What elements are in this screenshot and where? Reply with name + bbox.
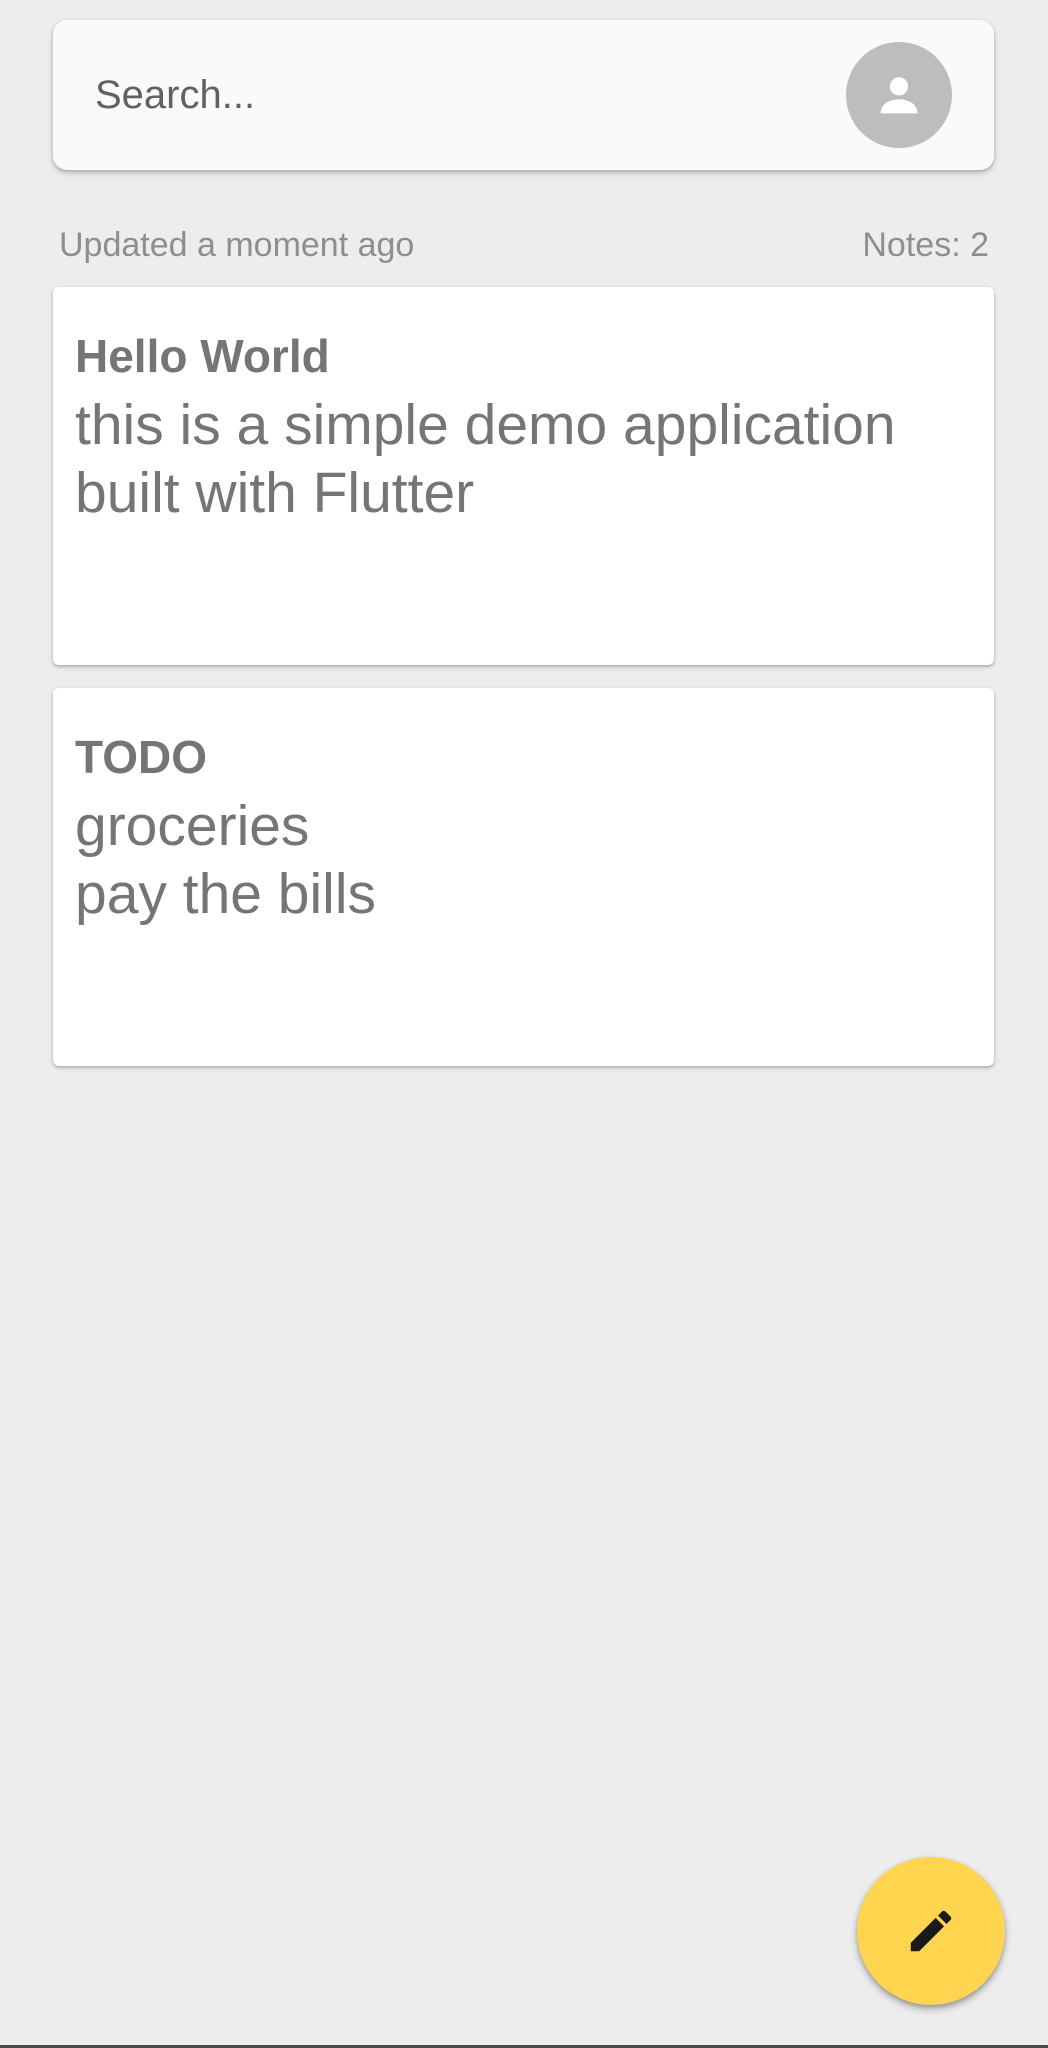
account-icon: [880, 77, 918, 114]
note-title: TODO: [75, 731, 208, 783]
search-bar: [53, 20, 994, 170]
note-title: Hello World: [75, 330, 330, 382]
note-body: this is a simple demo application built …: [75, 393, 896, 525]
note-body: groceries pay the bills: [75, 794, 377, 926]
notes-count: Notes: 2: [862, 225, 989, 264]
note-card[interactable]: TODO groceries pay the bills: [53, 688, 994, 1066]
note-card[interactable]: Hello World this is a simple demo applic…: [53, 287, 994, 665]
new-note-button[interactable]: [857, 1857, 1005, 2005]
search-input[interactable]: [95, 65, 855, 125]
avatar[interactable]: [846, 42, 952, 148]
pencil-icon: [910, 1910, 952, 1952]
status-row: Updated a moment ago Notes: 2: [59, 222, 989, 268]
last-updated-text: Updated a moment ago: [59, 225, 415, 264]
